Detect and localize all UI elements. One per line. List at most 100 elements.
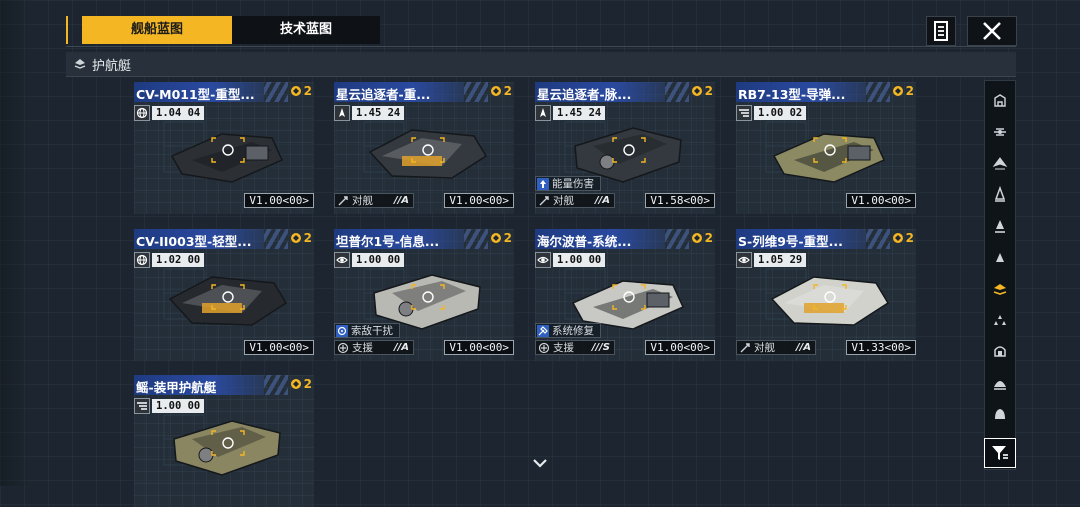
stripe-icon xyxy=(134,398,150,414)
section-header[interactable]: 护航艇 xyxy=(66,52,1016,77)
role-attack-icon xyxy=(336,194,349,207)
sidebar-type-destroyer[interactable] xyxy=(985,181,1015,209)
blueprint-card[interactable]: S-列维9号-重型... 2 1.05 29 对舰 //A V1.33<00> xyxy=(736,229,916,361)
role-attack-icon xyxy=(537,194,550,207)
eye-icon xyxy=(736,252,752,268)
skill-label: 索敌干扰 xyxy=(351,325,393,337)
sidebar-type-station[interactable] xyxy=(985,337,1015,365)
document-button[interactable] xyxy=(926,16,956,46)
blueprint-count-value: 2 xyxy=(303,231,312,245)
role-tag: 支援 //A xyxy=(334,340,414,355)
corvette-icon xyxy=(996,252,1004,262)
blueprint-token-icon xyxy=(290,86,301,96)
sidebar-type-escort[interactable] xyxy=(985,275,1015,303)
skill-label: 系统修复 xyxy=(552,325,594,337)
eye-icon xyxy=(535,252,551,268)
sidebar-type-hangar[interactable] xyxy=(985,87,1015,115)
tab-ship-blueprint[interactable]: 舰船蓝图 xyxy=(82,16,232,44)
skill-label: 能量伤害 xyxy=(552,178,594,190)
version-badge: V1.58<00> xyxy=(645,193,715,208)
card-name-bar: CV-M011型-重型... xyxy=(134,82,288,102)
card-name-bar: 星云追逐者-重... xyxy=(334,82,488,102)
card-name-bar: 海尔波普-系统... xyxy=(535,229,689,249)
blueprint-count-value: 2 xyxy=(303,377,312,391)
blueprint-card[interactable]: 星云追逐者-脉... 2 1.45 24 能量伤害 对舰 //A V1.58<0… xyxy=(535,82,715,214)
version-badge: V1.00<00> xyxy=(444,193,514,208)
blueprint-count: 2 xyxy=(892,231,914,245)
blueprint-card[interactable]: 鳐-装甲护航艇 2 1.00 00 xyxy=(134,375,314,507)
sidebar-type-corvette[interactable] xyxy=(985,244,1015,272)
role-grade: ///S xyxy=(591,342,610,353)
blueprint-card[interactable]: CV-M011型-重型... 2 1.04 04 V1.00<00> xyxy=(134,82,314,214)
blueprint-count-value: 2 xyxy=(905,231,914,245)
blueprint-card[interactable]: RB7-13型-导弹... 2 1.00 02 V1.00<00> xyxy=(736,82,916,214)
blueprint-count: 2 xyxy=(691,84,713,98)
blueprint-count-value: 2 xyxy=(704,84,713,98)
version-badge: V1.00<00> xyxy=(244,193,314,208)
sidebar-type-fighter[interactable] xyxy=(985,306,1015,334)
filter-button[interactable] xyxy=(984,438,1016,468)
blueprint-token-icon xyxy=(490,233,501,243)
version-badge: V1.00<00> xyxy=(444,340,514,355)
card-name-bar: RB7-13型-导弹... xyxy=(736,82,890,102)
card-name-bar: 鳐-装甲护航艇 xyxy=(134,375,288,395)
role-grade: //A xyxy=(795,342,811,353)
blueprint-count-value: 2 xyxy=(905,84,914,98)
left-edge-shade xyxy=(0,0,30,486)
blueprint-count: 2 xyxy=(490,84,512,98)
card-name-bar: CV-II003型-轻型... xyxy=(134,229,288,249)
role-label: 对舰 xyxy=(754,342,775,354)
blueprint-count: 2 xyxy=(290,377,312,391)
scroll-more-indicator[interactable] xyxy=(530,456,550,470)
ship-name: 坦普尔1号-信息... xyxy=(336,234,440,249)
ship-name: S-列维9号-重型... xyxy=(738,234,843,249)
role-tag: 对舰 //A xyxy=(736,340,816,355)
role-grade: //A xyxy=(393,342,409,353)
station-icon xyxy=(994,346,1006,358)
close-icon xyxy=(983,22,1001,40)
version-badge: V1.00<00> xyxy=(645,340,715,355)
blueprint-token-icon xyxy=(691,233,702,243)
eye-icon xyxy=(334,252,350,268)
sidebar-type-dome[interactable] xyxy=(985,369,1015,397)
header-divider xyxy=(66,46,1016,47)
radar-icon xyxy=(335,324,348,337)
blueprint-count: 2 xyxy=(892,84,914,98)
blueprint-card[interactable]: 海尔波普-系统... 2 1.00 00 系统修复 支援 ///S V1.00<… xyxy=(535,229,715,361)
role-tag: 对舰 //A xyxy=(334,193,414,208)
sidebar-type-carrier[interactable] xyxy=(985,118,1015,146)
section-title: 护航艇 xyxy=(92,59,132,74)
blueprint-card[interactable]: 坦普尔1号-信息... 2 1.00 00 索敌干扰 支援 //A V1.00<… xyxy=(334,229,514,361)
role-support-icon xyxy=(336,341,349,354)
role-grade: //A xyxy=(594,195,610,206)
card-name-bar: S-列维9号-重型... xyxy=(736,229,890,249)
filter-icon xyxy=(992,446,1008,460)
arrow-up-icon xyxy=(536,177,549,190)
ship-name: RB7-13型-导弹... xyxy=(738,87,846,102)
stripe-icon xyxy=(736,105,752,121)
ship-name: CV-M011型-重型... xyxy=(136,87,255,102)
chevron-down-icon xyxy=(533,459,547,468)
blueprint-card[interactable]: 星云追逐者-重... 2 1.45 24 对舰 //A V1.00<00> xyxy=(334,82,514,214)
blueprint-token-icon xyxy=(892,233,903,243)
blueprint-card[interactable]: CV-II003型-轻型... 2 1.02 00 V1.00<00> xyxy=(134,229,314,361)
version-badge: V1.33<00> xyxy=(846,340,916,355)
role-label: 支援 xyxy=(553,342,574,354)
role-tag: 支援 ///S xyxy=(535,340,615,355)
globe-icon xyxy=(134,105,150,121)
destroyer-icon xyxy=(994,185,1006,202)
sidebar-type-bell[interactable] xyxy=(985,400,1015,428)
blueprint-count: 2 xyxy=(691,231,713,245)
sidebar-type-cruiser[interactable] xyxy=(985,150,1015,178)
tab-bar: 舰船蓝图 技术蓝图 xyxy=(66,16,1016,44)
role-grade: //A xyxy=(393,195,409,206)
tab-tech-blueprint[interactable]: 技术蓝图 xyxy=(232,16,380,44)
role-tag: 对舰 //A xyxy=(535,193,615,208)
frigate-icon xyxy=(995,220,1005,233)
fin-icon xyxy=(535,105,551,121)
document-icon xyxy=(934,21,948,41)
version-badge: V1.00<00> xyxy=(846,193,916,208)
sidebar-type-frigate[interactable] xyxy=(985,212,1015,240)
close-button[interactable] xyxy=(967,16,1017,46)
skill-tag: 索敌干扰 xyxy=(334,323,400,338)
